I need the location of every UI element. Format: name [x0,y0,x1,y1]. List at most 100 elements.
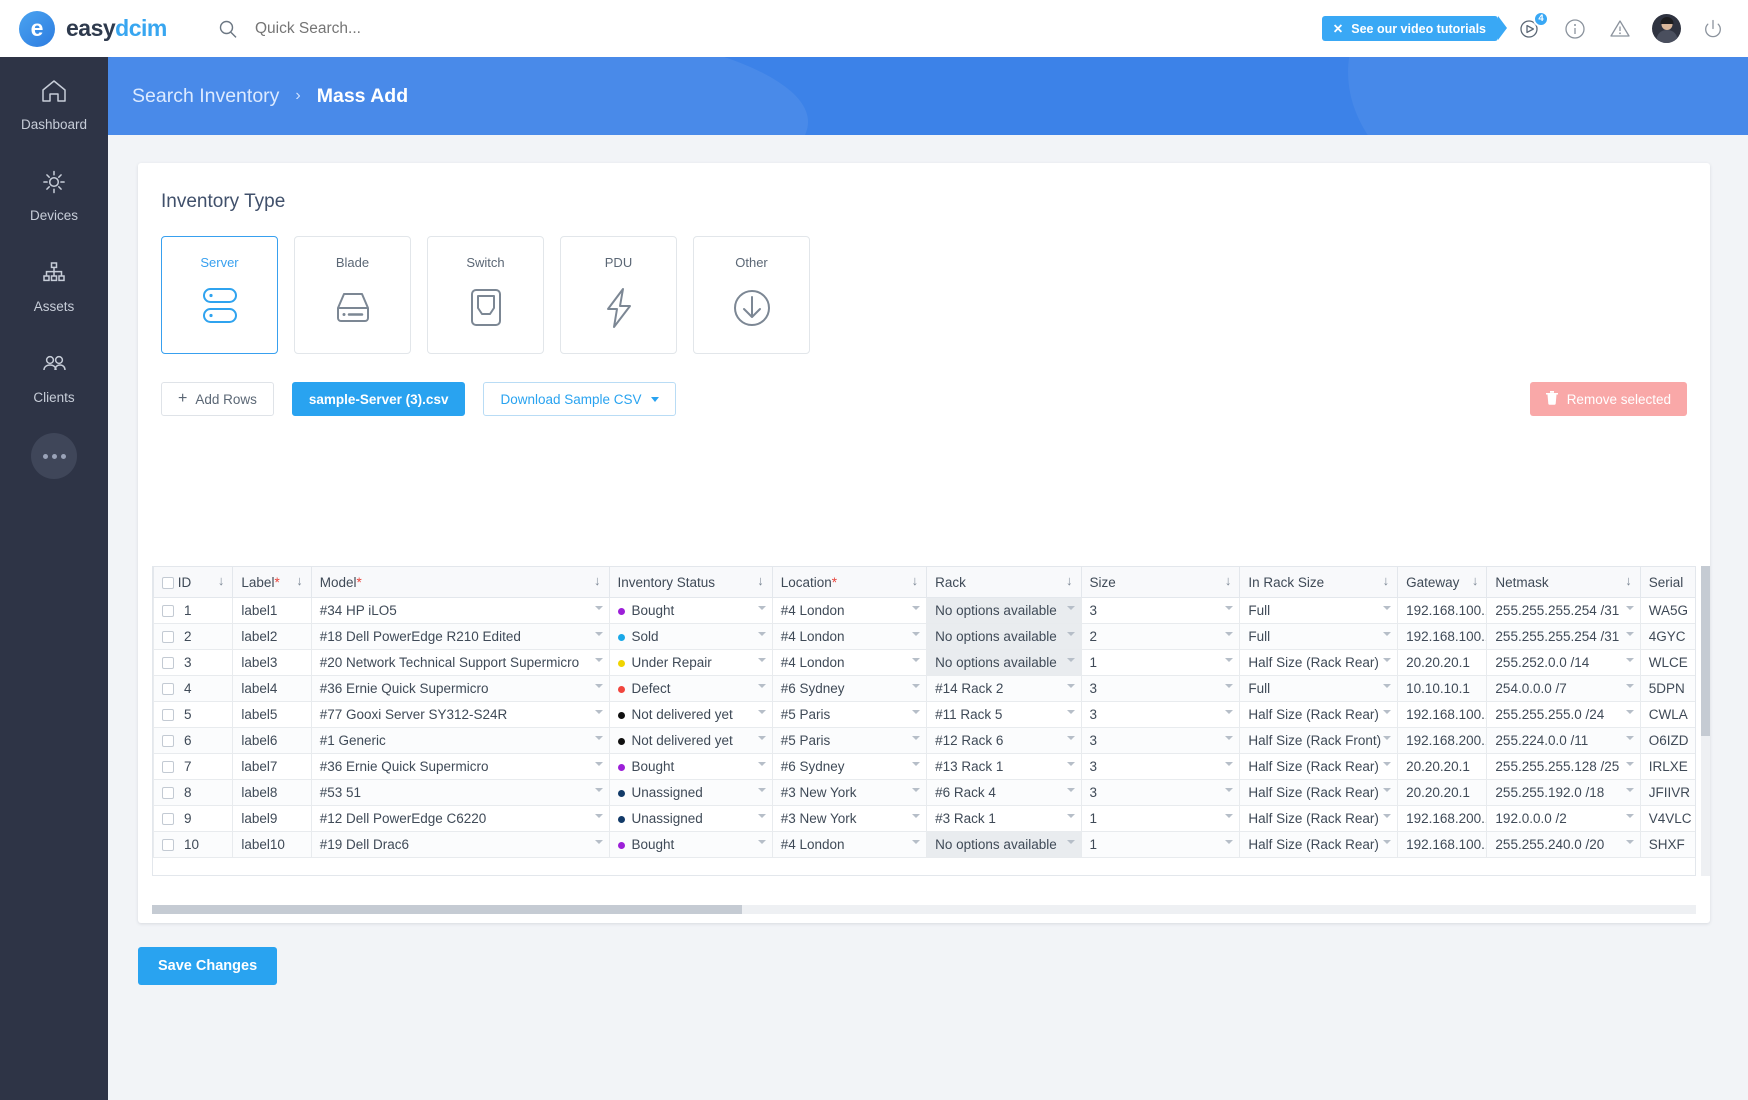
chevron-down-icon[interactable] [912,632,921,636]
column-header-rack[interactable]: Rack ↓ [926,566,1082,598]
row-checkbox[interactable] [162,605,174,618]
cell-serial[interactable]: V4VLC [1639,805,1695,832]
cell-rack[interactable]: #3 Rack 1 [926,805,1082,832]
cell-gateway[interactable]: 20.20.20.1 [1397,779,1488,806]
cell-id[interactable]: 8 [153,779,234,806]
row-checkbox[interactable] [162,813,174,826]
cell-label[interactable]: label5 [232,701,312,728]
cell-netmask[interactable]: 255.255.255.254 /31 [1486,623,1641,650]
chevron-down-icon[interactable] [1625,736,1634,740]
chevron-down-icon[interactable] [1625,762,1634,766]
row-checkbox[interactable] [162,787,174,800]
cell-status[interactable]: Bought [608,597,773,624]
cell-model[interactable]: #1 Generic [310,727,610,754]
column-header-serial[interactable]: Serial [1639,566,1695,598]
cell-id[interactable]: 10 [153,831,234,858]
cell-inracksize[interactable]: Half Size (Rack Rear) [1239,753,1399,780]
chevron-down-icon[interactable] [594,840,603,844]
table-row[interactable]: 3 label3 #20 Network Technical Support Sup… [153,649,1695,676]
chevron-down-icon[interactable] [594,606,603,610]
cell-status[interactable]: Unassigned [608,805,773,832]
chevron-down-icon[interactable] [1066,606,1075,610]
column-header-gateway[interactable]: Gateway ↓ [1397,566,1488,598]
cell-model[interactable]: #34 HP iLO5 [310,597,610,624]
cell-label[interactable]: label6 [232,727,312,754]
cell-serial[interactable]: IRLXE [1639,753,1695,780]
chevron-down-icon[interactable] [1225,736,1234,740]
chevron-down-icon[interactable] [912,606,921,610]
chevron-down-icon[interactable] [912,710,921,714]
cell-size[interactable]: 3 [1080,701,1241,728]
cell-status[interactable]: Sold [608,623,773,650]
chevron-down-icon[interactable] [594,684,603,688]
inventory-type-switch[interactable]: Switch [427,236,544,354]
chevron-down-icon[interactable] [1383,762,1392,766]
table-row[interactable]: 7 label7 #36 Ernie Quick Supermicro Bought #… [153,753,1695,780]
chevron-down-icon[interactable] [1225,606,1234,610]
chevron-down-icon[interactable] [594,710,603,714]
sort-icon[interactable]: ↓ [1066,573,1073,588]
cell-id[interactable]: 3 [153,649,234,676]
cell-rack[interactable]: No options available [926,649,1082,676]
cell-serial[interactable]: O6IZD [1639,727,1695,754]
cell-status[interactable]: Unassigned [608,779,773,806]
chevron-down-icon[interactable] [1066,736,1075,740]
cell-model[interactable]: #53 51 [310,779,610,806]
column-header-location[interactable]: Location* ↓ [771,566,928,598]
cell-size[interactable]: 2 [1080,623,1241,650]
cell-model[interactable]: #36 Ernie Quick Supermicro [310,753,610,780]
cell-location[interactable]: #5 Paris [771,701,928,728]
chevron-down-icon[interactable] [1225,762,1234,766]
table-row[interactable]: 8 label8 #53 51 Unassigned #3 New York #6 Rac… [153,779,1695,806]
chevron-down-icon[interactable] [757,762,766,766]
sidebar-item-devices[interactable]: Devices [0,148,108,239]
column-header-status[interactable]: Inventory Status ↓ [608,566,773,598]
cell-id[interactable]: 1 [153,597,234,624]
close-icon[interactable]: ✕ [1333,21,1343,36]
chevron-down-icon[interactable] [757,684,766,688]
cell-netmask[interactable]: 255.255.192.0 /18 [1486,779,1641,806]
alert-icon[interactable] [1607,16,1633,42]
chevron-down-icon[interactable] [1625,710,1634,714]
sort-icon[interactable]: ↓ [1225,573,1232,588]
chevron-down-icon[interactable] [1225,710,1234,714]
cell-status[interactable]: Under Repair [608,649,773,676]
row-checkbox[interactable] [162,709,174,722]
cell-location[interactable]: #6 Sydney [771,675,928,702]
cell-model[interactable]: #12 Dell PowerEdge C6220 [310,805,610,832]
chevron-down-icon[interactable] [1066,710,1075,714]
cell-inracksize[interactable]: Half Size (Rack Front) [1239,727,1399,754]
chevron-down-icon[interactable] [1625,840,1634,844]
chevron-down-icon[interactable] [1383,684,1392,688]
cell-id[interactable]: 2 [153,623,234,650]
table-row[interactable]: 10 label10 #19 Dell Drac6 Bought #4 London No… [153,831,1695,858]
cell-location[interactable]: #4 London [771,597,928,624]
chevron-down-icon[interactable] [757,840,766,844]
cell-size[interactable]: 1 [1080,649,1241,676]
cell-gateway[interactable]: 192.168.100.1 [1397,831,1488,858]
vertical-scrollbar[interactable] [1701,566,1710,876]
chevron-down-icon[interactable] [1225,840,1234,844]
chevron-down-icon[interactable] [1625,632,1634,636]
cell-location[interactable]: #4 London [771,831,928,858]
cell-inracksize[interactable]: Full [1239,597,1399,624]
column-header-model[interactable]: Model* ↓ [310,566,610,598]
cell-netmask[interactable]: 255.255.255.254 /31 [1486,597,1641,624]
cell-netmask[interactable]: 255.255.255.0 /24 [1486,701,1641,728]
cell-location[interactable]: #4 London [771,623,928,650]
table-row[interactable]: 6 label6 #1 Generic Not delivered yet #5 Par… [153,727,1695,754]
chevron-down-icon[interactable] [1066,684,1075,688]
cell-rack[interactable]: #14 Rack 2 [926,675,1082,702]
quick-search[interactable] [218,18,573,39]
cell-status[interactable]: Not delivered yet [608,727,773,754]
remove-selected-button[interactable]: Remove selected [1529,382,1687,416]
video-tutorials-banner[interactable]: ✕ See our video tutorials [1321,16,1508,41]
table-row[interactable]: 4 label4 #36 Ernie Quick Supermicro Defect #… [153,675,1695,702]
row-checkbox[interactable] [162,657,174,670]
chevron-down-icon[interactable] [1625,606,1634,610]
cell-serial[interactable]: 5DPN [1639,675,1695,702]
sort-icon[interactable]: ↓ [1383,573,1390,588]
chevron-down-icon[interactable] [1383,606,1392,610]
save-changes-button[interactable]: Save Changes [138,947,278,985]
power-icon[interactable] [1700,16,1726,42]
